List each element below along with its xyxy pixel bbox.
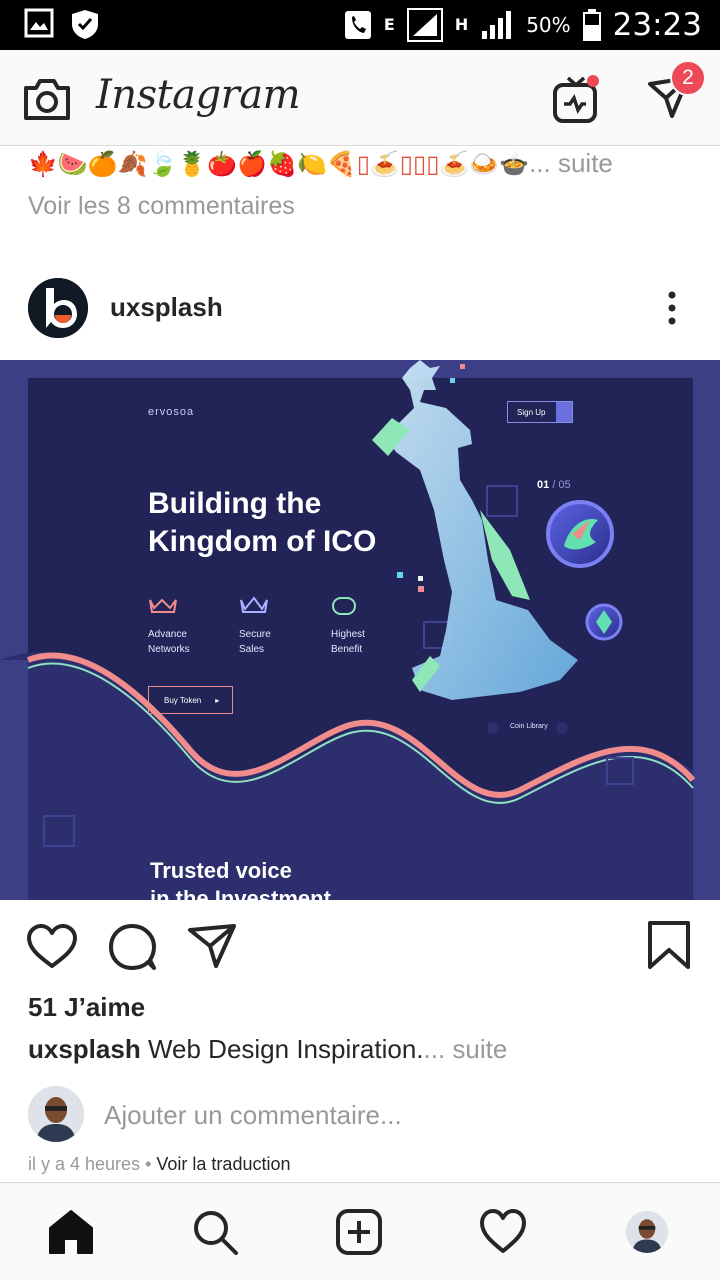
hero-title-line2: Kingdom of ICO bbox=[148, 525, 377, 558]
save-bookmark-icon[interactable] bbox=[646, 920, 692, 970]
hero-buy-token-arrow: ▸ bbox=[215, 695, 220, 705]
hero-trusted-line1: Trusted voice bbox=[150, 858, 292, 883]
signal-icon bbox=[406, 8, 443, 42]
post-image[interactable]: ervosoa Sign Up Building the Kingdom of … bbox=[0, 360, 720, 900]
hero-feature-2: Secure Sales bbox=[239, 627, 271, 657]
shield-notification-icon bbox=[72, 10, 98, 39]
top-app-bar: Instagram 2 bbox=[0, 50, 720, 146]
caption-more-link[interactable]: ... suite bbox=[424, 1034, 508, 1064]
hero-feature-2-line1: Secure bbox=[239, 629, 271, 640]
post-username[interactable]: uxsplash bbox=[110, 292, 223, 323]
hero-title: Building the Kingdom of ICO bbox=[148, 485, 376, 561]
network-type-label: E bbox=[383, 15, 395, 34]
battery-icon bbox=[582, 9, 601, 41]
hero-feature-3: Highest Benefit bbox=[331, 627, 365, 657]
clock: 23:23 bbox=[612, 7, 702, 43]
profile-avatar[interactable] bbox=[626, 1211, 668, 1253]
my-avatar bbox=[28, 1086, 84, 1142]
hero-feature-1-line1: Advance bbox=[148, 629, 187, 640]
hero-feature-1-line2: Networks bbox=[148, 644, 190, 655]
caption-username[interactable]: uxsplash bbox=[28, 1034, 141, 1064]
hero-buy-token-button: Buy Token ▸ bbox=[148, 686, 233, 714]
like-heart-icon[interactable] bbox=[26, 924, 78, 970]
hero-trusted-line2: in the Investment bbox=[150, 886, 331, 900]
time-ago: il y a 4 heures bbox=[28, 1154, 141, 1174]
profile-avatar-image bbox=[626, 1211, 668, 1253]
separator-dot: • bbox=[145, 1154, 152, 1174]
hero-buy-token-label: Buy Token bbox=[164, 695, 202, 705]
home-icon[interactable] bbox=[47, 1208, 95, 1256]
previous-post-caption: 🍁🍉🍊🍂🍃🍍🍅🍎🍓🍋🍕▯🍝▯▯▯🍝🍛🍲... suite bbox=[28, 148, 708, 179]
hero-slide-total: / 05 bbox=[552, 479, 571, 491]
hero-feature-2-line2: Sales bbox=[239, 644, 265, 655]
image-notification-icon bbox=[24, 8, 54, 38]
status-bar: E H 50% 23:23 bbox=[0, 0, 720, 50]
view-comments-link[interactable]: Voir les 8 commentaires bbox=[28, 192, 295, 221]
see-translation-link[interactable]: Voir la traduction bbox=[156, 1154, 290, 1174]
caption-emojis: 🍁🍉🍊🍂🍃🍍🍅🍎🍓🍋🍕▯🍝▯▯▯🍝🍛🍲 bbox=[28, 150, 530, 178]
call-icon bbox=[344, 11, 371, 39]
add-comment-row[interactable]: Ajouter un commentaire... bbox=[28, 1086, 708, 1142]
igtv-icon[interactable] bbox=[552, 74, 600, 124]
dm-badge: 2 bbox=[670, 60, 706, 96]
network-type-label-2: H bbox=[454, 15, 469, 34]
more-options-icon[interactable] bbox=[660, 290, 684, 326]
share-icon[interactable] bbox=[186, 922, 238, 970]
hero-slide-current: 01 bbox=[537, 479, 550, 491]
activity-heart-icon[interactable] bbox=[479, 1208, 527, 1256]
bottom-navigation bbox=[0, 1182, 720, 1280]
post-timestamp: il y a 4 heures • Voir la traduction bbox=[28, 1154, 290, 1175]
add-comment-input[interactable]: Ajouter un commentaire... bbox=[104, 1100, 402, 1131]
likes-count[interactable]: 51 J’aime bbox=[28, 992, 145, 1023]
post-actions bbox=[0, 900, 720, 992]
instagram-logo: Instagram bbox=[96, 72, 301, 118]
battery-percent: 50% bbox=[526, 13, 571, 37]
caption-more-link[interactable]: ... suite bbox=[529, 148, 613, 178]
hero-coin-library: Coin Library bbox=[510, 723, 548, 730]
hero-brand: ervosoa bbox=[148, 406, 195, 418]
caption-text: Web Design Inspiration. bbox=[147, 1034, 424, 1064]
hero-feature-3-line1: Highest bbox=[331, 629, 365, 640]
new-post-icon[interactable] bbox=[335, 1208, 383, 1256]
hero-trusted-heading: Trusted voice in the Investment bbox=[150, 857, 331, 900]
hero-title-line1: Building the bbox=[148, 487, 322, 520]
signal-bars-icon bbox=[482, 11, 512, 39]
hero-signup-arrow bbox=[556, 402, 572, 422]
direct-message-button[interactable]: 2 bbox=[646, 60, 706, 120]
hero-slide-counter: 01 / 05 bbox=[537, 479, 571, 491]
camera-icon[interactable] bbox=[22, 76, 72, 122]
hero-signup-label: Sign Up bbox=[517, 407, 546, 417]
post-author-avatar[interactable] bbox=[28, 278, 88, 338]
hero-signup-button: Sign Up bbox=[507, 401, 573, 423]
my-avatar-image bbox=[28, 1086, 84, 1142]
hero-feature-1: Advance Networks bbox=[148, 627, 190, 657]
hero-feature-3-line2: Benefit bbox=[331, 644, 363, 655]
search-icon[interactable] bbox=[191, 1208, 239, 1256]
post-header: uxsplash bbox=[0, 268, 720, 348]
uxsplash-logo-icon bbox=[28, 278, 88, 338]
comment-icon[interactable] bbox=[108, 922, 158, 972]
post-caption: uxsplash Web Design Inspiration.... suit… bbox=[28, 1034, 507, 1065]
